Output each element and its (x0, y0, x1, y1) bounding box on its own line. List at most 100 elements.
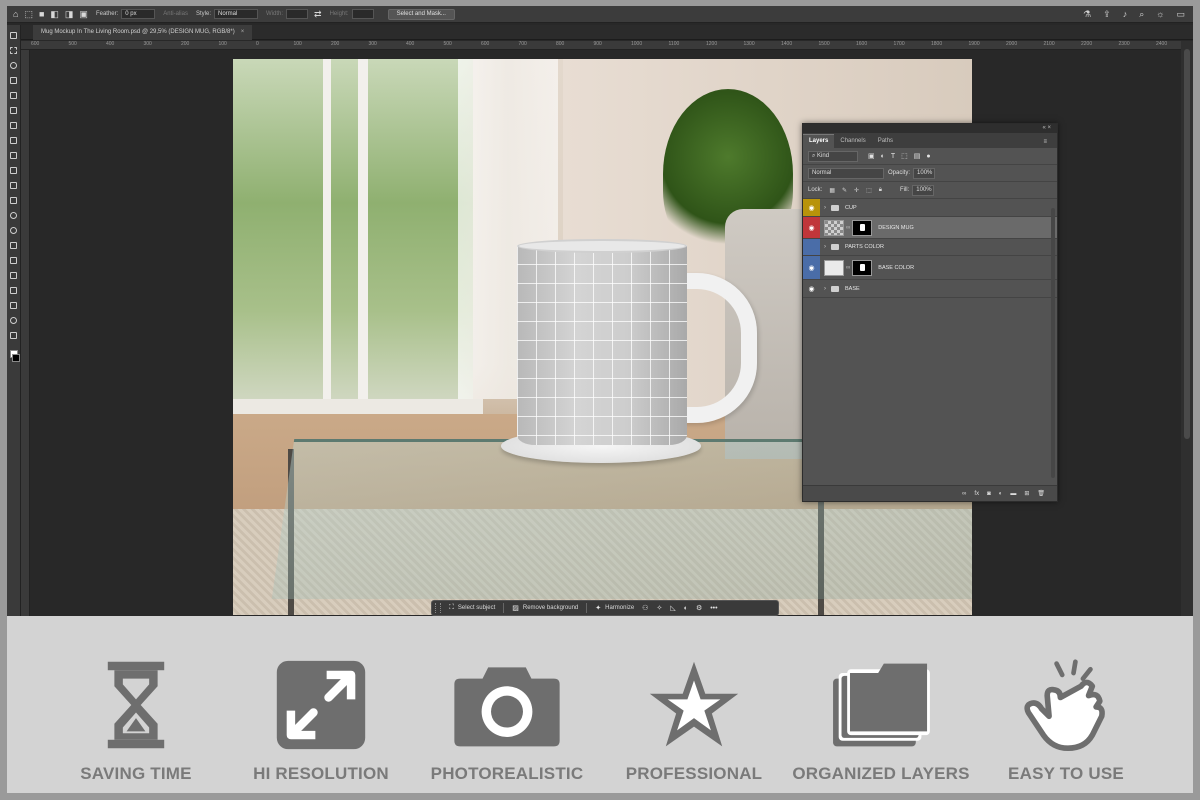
brush-tool-icon[interactable] (9, 134, 19, 146)
kind-filter-select[interactable]: ⌕ Kind (808, 150, 858, 162)
flask-icon[interactable]: ⚗ (1083, 9, 1091, 19)
lock-pixels-icon[interactable]: ✎ (842, 187, 847, 194)
lock-artboard-icon[interactable]: ⬚ (866, 187, 872, 194)
layer-row[interactable]: ◉ › BASE (803, 280, 1057, 298)
tab-paths[interactable]: Paths (872, 135, 899, 148)
marquee-tool-icon[interactable]: ⬚ (24, 9, 33, 19)
notifications-icon[interactable]: ♪ (1123, 9, 1128, 19)
layer-row[interactable]: ◉ ∞ DESIGN MUG (803, 217, 1057, 239)
width-input[interactable] (286, 9, 309, 19)
select-subject-button[interactable]: ⛶ Select subject (449, 604, 495, 612)
rectangle-tool-icon[interactable] (9, 284, 19, 296)
visibility-hidden-icon[interactable] (803, 239, 820, 255)
harmonize-button[interactable]: ✦ Harmonize (595, 604, 634, 612)
expand-chevron-icon[interactable]: › (824, 205, 826, 211)
blend-mode-select[interactable]: Normal (808, 167, 884, 179)
document-tab[interactable]: Mug Mockup In The Living Room.psd @ 29,5… (33, 25, 253, 40)
hand-tool-icon[interactable] (9, 299, 19, 311)
history-brush-tool-icon[interactable] (9, 164, 19, 176)
layer-row[interactable]: › PARTS COLOR (803, 239, 1057, 256)
opacity-input[interactable]: 100% (913, 167, 936, 179)
smart-object-filter-icon[interactable]: ▤ (914, 152, 921, 160)
panel-scrollbar[interactable] (1051, 208, 1055, 478)
add-selection-icon[interactable]: ◧ (50, 9, 59, 19)
expand-chevron-icon[interactable]: › (824, 286, 826, 292)
layer-mask-thumbnail[interactable] (852, 259, 873, 276)
drag-handle[interactable] (435, 603, 441, 613)
background-color-swatch[interactable] (12, 354, 20, 362)
transform-icon[interactable]: ◺ (670, 604, 675, 612)
home-icon[interactable]: ⌂ (13, 9, 18, 19)
more-tools-icon[interactable] (9, 329, 19, 341)
swap-icon[interactable]: ⇄ (314, 9, 322, 19)
feather-input[interactable]: 0 px (121, 9, 156, 19)
trash-icon[interactable]: 🗑︎ (1037, 490, 1045, 497)
dodge-tool-icon[interactable] (9, 224, 19, 236)
select-and-mask-button[interactable]: Select and Mask... (387, 8, 455, 20)
tab-layers[interactable]: Layers (803, 134, 835, 148)
brightness-icon[interactable]: ☼ (1156, 9, 1164, 19)
eraser-tool-icon[interactable] (9, 179, 19, 191)
path-selection-tool-icon[interactable] (9, 269, 19, 281)
visibility-eye-icon[interactable]: ◉ (803, 199, 820, 216)
workspace-icon[interactable]: ▭ (1176, 9, 1185, 19)
lasso-tool-icon[interactable] (9, 59, 19, 71)
intersect-selection-icon[interactable]: ▣ (79, 9, 88, 19)
move-tool-icon[interactable] (9, 29, 19, 41)
magic-wand-tool-icon[interactable] (9, 74, 19, 86)
link-icon[interactable]: ∞ (846, 265, 850, 271)
tab-channels[interactable]: Channels (834, 135, 871, 148)
visibility-eye-icon[interactable]: ◉ (803, 280, 820, 297)
new-group-icon[interactable]: ▬ (1010, 491, 1016, 497)
link-layers-icon[interactable]: ∞ (962, 491, 966, 497)
wand-icon[interactable]: ✧ (656, 604, 662, 612)
lock-transparent-icon[interactable]: ▦ (829, 187, 835, 194)
type-tool-icon[interactable] (9, 254, 19, 266)
link-icon[interactable]: ∞ (846, 225, 850, 231)
subtract-selection-icon[interactable]: ◨ (65, 9, 74, 19)
expand-chevron-icon[interactable]: › (824, 244, 826, 250)
layer-row[interactable]: ◉ › CUP (803, 199, 1057, 217)
visibility-eye-icon[interactable]: ◉ (803, 217, 820, 238)
fx-icon[interactable]: fx (974, 491, 979, 497)
lock-position-icon[interactable]: ✛ (854, 187, 859, 194)
layer-row[interactable]: ◉ ∞ BASE COLOR (803, 256, 1057, 280)
panel-collapse-icon[interactable]: « × (803, 124, 1057, 133)
blur-tool-icon[interactable] (9, 209, 19, 221)
settings-icon[interactable]: ⚙ (696, 604, 702, 612)
panel-menu-icon[interactable]: ≡ (1037, 136, 1053, 149)
gradient-tool-icon[interactable] (9, 194, 19, 206)
healing-tool-icon[interactable] (9, 119, 19, 131)
add-mask-icon[interactable]: ◙ (987, 491, 991, 497)
layer-mask-thumbnail[interactable] (852, 219, 873, 236)
height-input[interactable] (351, 9, 374, 19)
pen-tool-icon[interactable] (9, 239, 19, 251)
filter-toggle-icon[interactable]: ● (926, 153, 930, 160)
adjustment-filter-icon[interactable]: ◐ (881, 153, 885, 160)
style-select[interactable]: Normal (214, 9, 258, 19)
search-icon[interactable]: ⌕ (1139, 9, 1144, 19)
new-layer-icon[interactable]: ⊞ (1024, 490, 1029, 497)
lock-all-icon[interactable]: 🔒︎ (879, 187, 882, 194)
more-options-icon[interactable]: ••• (710, 605, 717, 612)
crop-tool-icon[interactable] (9, 89, 19, 101)
anti-alias-checkbox[interactable]: Anti-alias (163, 11, 188, 17)
type-filter-icon[interactable]: T (891, 153, 895, 160)
vertical-scrollbar[interactable] (1181, 41, 1193, 616)
remove-background-button[interactable]: ▨ Remove background (512, 604, 578, 612)
adjustment-layer-icon[interactable]: ◐ (999, 491, 1003, 497)
visibility-eye-icon[interactable]: ◉ (803, 256, 820, 279)
shape-filter-icon[interactable]: ⬚ (901, 152, 908, 160)
marquee-tool-icon[interactable] (9, 44, 19, 56)
adjustment-icon[interactable]: ◐ (684, 605, 688, 612)
share-icon[interactable]: ⇪ (1103, 9, 1111, 19)
stamp-tool-icon[interactable] (9, 149, 19, 161)
people-icon[interactable]: ⚇ (642, 604, 648, 612)
scrollbar-thumb[interactable] (1184, 49, 1190, 439)
fill-input[interactable]: 100% (912, 184, 935, 196)
eyedropper-tool-icon[interactable] (9, 104, 19, 116)
new-selection-icon[interactable]: ■ (39, 9, 44, 19)
pixel-filter-icon[interactable]: ▣ (868, 152, 875, 160)
zoom-tool-icon[interactable] (9, 314, 19, 326)
close-tab-icon[interactable]: × (241, 29, 245, 35)
